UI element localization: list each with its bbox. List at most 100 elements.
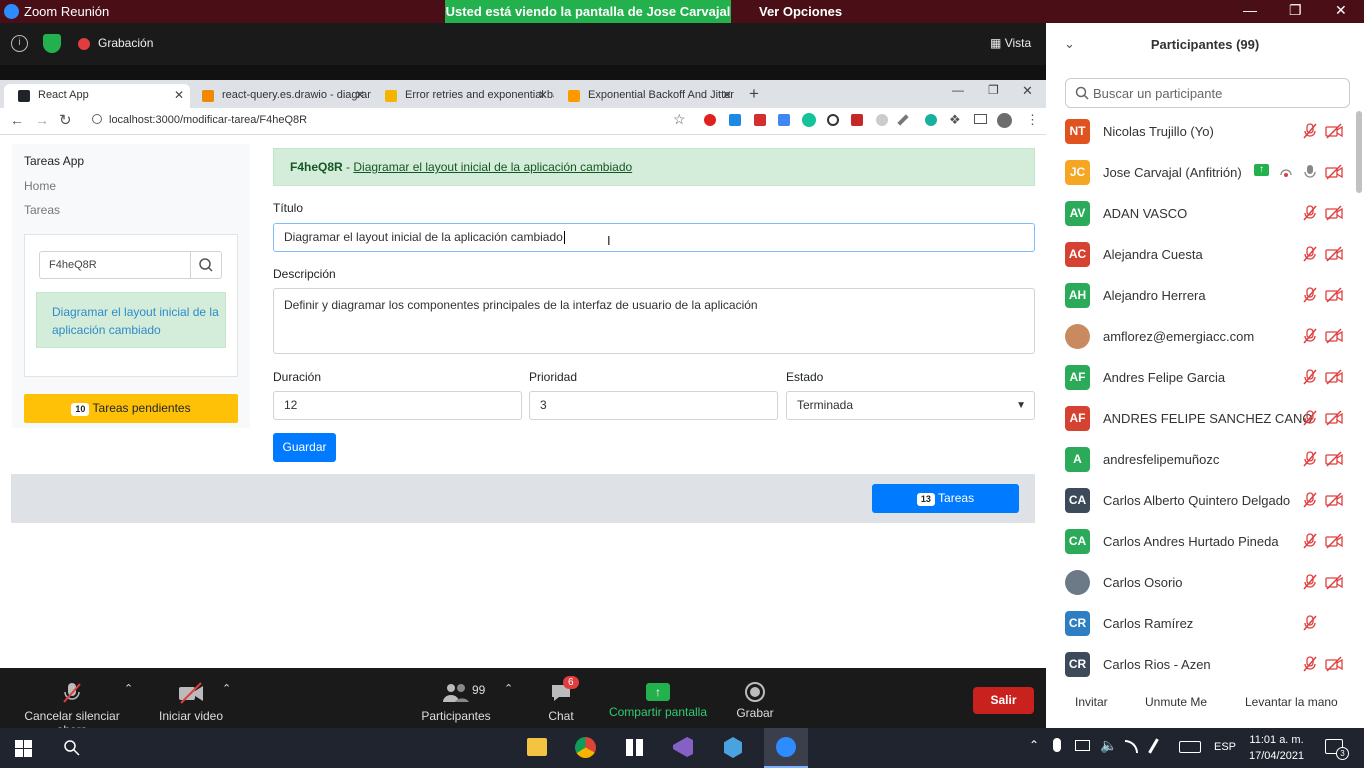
new-tab-icon[interactable]: + [749,84,759,104]
tray-mic-icon[interactable] [1053,738,1061,752]
participant-row[interactable]: AV ADAN VASCO [1046,193,1364,234]
tasks-button[interactable]: 13 Tareas [872,484,1019,513]
participant-row[interactable]: AC Alejandra Cuesta [1046,234,1364,275]
menu-kebab-icon[interactable]: ⋮ [1026,112,1039,128]
browser-restore-icon[interactable]: ❐ [988,83,999,97]
participant-row[interactable]: Carlos Osorio [1046,562,1364,603]
translate-icon[interactable] [778,114,790,126]
wifi-icon[interactable] [1125,740,1138,753]
reload-icon[interactable]: ↻ [59,111,72,129]
extension-icon[interactable] [851,114,863,126]
url-field[interactable]: localhost:3000/modificar-tarea/F4heQ8R [109,114,307,126]
app-brand[interactable]: Tareas App [24,154,84,168]
raise-hand-button[interactable]: Levantar la mano [1245,695,1338,709]
duration-input[interactable]: 12 [273,391,522,420]
participant-row[interactable]: CR Carlos Rios - Azen [1046,644,1364,685]
back-icon[interactable]: ← [10,112,24,128]
extension-icon[interactable] [876,114,888,126]
tab-close-icon[interactable]: ✕ [355,88,365,102]
pen-icon[interactable] [897,114,909,126]
forward-icon[interactable]: → [35,112,49,128]
extension-icon[interactable] [729,114,741,126]
tab-drawio[interactable]: react-query.es.drawio - diagram ✕ [188,84,371,108]
participant-search-input[interactable]: Buscar un participante [1065,78,1350,108]
tab-react-app[interactable]: React App ✕ [4,84,190,108]
tab-close-icon[interactable]: ✕ [538,88,548,102]
bookmark-star-icon[interactable]: ☆ [673,111,686,128]
visual-studio-icon[interactable] [673,737,693,757]
view-options-button[interactable]: Ver Opciones ⌄ [731,0,851,42]
search-button[interactable] [190,251,222,279]
save-button[interactable]: Guardar [273,433,336,462]
shield-icon[interactable] [43,34,61,53]
participant-row[interactable]: AF ANDRES FELIPE SANCHEZ CANO [1046,398,1364,439]
description-textarea[interactable]: Definir y diagramar los componentes prin… [273,288,1035,354]
browser-close-icon[interactable]: ✕ [1022,83,1033,99]
participant-row[interactable]: Aandresfelipemuñozc [1046,439,1364,480]
extension-icon[interactable] [704,114,716,126]
restore-icon[interactable]: ❐ [1289,2,1302,19]
windows-search-icon[interactable] [63,739,81,757]
participant-row[interactable]: AH Alejandro Herrera [1046,275,1364,316]
task-link[interactable]: Diagramar el layout inicial de la aplica… [353,160,632,174]
site-info-icon[interactable] [92,114,102,124]
tab-close-icon[interactable]: ✕ [722,88,732,102]
unmute-me-button[interactable]: Unmute Me [1145,695,1207,709]
grammarly-icon[interactable] [802,113,816,127]
extension-icon[interactable] [754,114,766,126]
pending-tasks-button[interactable]: 10 Tareas pendientes [24,394,238,423]
priority-input[interactable]: 3 [529,391,778,420]
nav-tareas[interactable]: Tareas [24,203,60,217]
participant-name: Alejandro Herrera [1103,288,1206,303]
tab-exponential-backoff[interactable]: Exponential Backoff And Jitter | A ✕ [554,84,738,108]
view-button[interactable]: ▦ Vista [990,36,1031,50]
nav-home[interactable]: Home [24,179,56,193]
chat-button[interactable]: 6 Chat [536,676,586,723]
extensions-puzzle-icon[interactable]: ❖ [949,112,961,128]
profile-avatar[interactable] [997,113,1012,128]
windows-start-icon[interactable] [15,740,32,757]
volume-icon[interactable]: 🔈 [1100,737,1117,754]
participant-row[interactable]: AF Andres Felipe Garcia [1046,357,1364,398]
task-search-input[interactable]: F4heQ8R [39,251,191,279]
tab-close-icon[interactable]: ✕ [174,88,184,102]
status-select[interactable]: Terminada ▼ [786,391,1035,420]
cast-icon[interactable] [974,114,987,124]
participant-row[interactable]: CA Carlos Alberto Quintero Delgado [1046,480,1364,521]
search-result-item[interactable]: Diagramar el layout inicial de la aplica… [36,292,226,348]
participant-row[interactable]: NT Nicolas Trujillo (Yo) [1046,111,1364,152]
minimize-icon[interactable]: — [1243,2,1257,18]
chevron-up-icon[interactable]: ⌃ [124,682,133,695]
participant-row[interactable]: CA Carlos Andres Hurtado Pineda [1046,521,1364,562]
close-icon[interactable]: ✕ [1335,2,1347,19]
clock[interactable]: 11:01 a. m. 17/04/2021 [1249,732,1304,764]
share-screen-button[interactable]: ↑ Compartir pantalla [604,681,712,719]
browser-minimize-icon[interactable]: — [952,83,964,97]
chrome-icon[interactable] [575,737,596,758]
tab-error-retries[interactable]: Error retries and exponential bac ✕ [371,84,554,108]
tray-device-icon[interactable] [1075,740,1090,751]
invite-button[interactable]: Invitar [1075,695,1108,709]
record-button[interactable]: Grabar [733,681,777,720]
participant-row[interactable]: JC Jose Carvajal (Anfitrión) ↑ [1046,152,1364,193]
input-language[interactable]: ESP [1214,741,1236,753]
file-explorer-icon[interactable] [527,738,547,756]
pen-tray-icon[interactable] [1148,738,1159,754]
keyboard-icon[interactable] [1179,741,1201,753]
tray-chevron-up-icon[interactable]: ⌃ [1029,738,1039,752]
chevron-up-icon[interactable]: ⌃ [504,682,513,695]
participant-row[interactable]: CR Carlos Ramírez [1046,603,1364,644]
participant-row[interactable]: amflorez@emergiacc.com [1046,316,1364,357]
block-icon[interactable] [827,114,839,126]
task-view-icon[interactable] [626,739,643,756]
participants-button[interactable]: 99 Participantes [418,681,494,723]
app-cube-icon[interactable] [724,737,742,758]
info-icon[interactable]: i [11,35,28,52]
leave-button[interactable]: Salir [973,687,1034,714]
title-input[interactable]: Diagramar el layout inicial de la aplica… [273,223,1035,252]
extension-icon[interactable] [925,114,937,126]
zoom-taskbar-button[interactable] [764,728,808,768]
chevron-up-icon[interactable]: ⌃ [222,682,231,695]
start-video-button[interactable]: Iniciar video [153,681,229,723]
recording-label[interactable]: Grabación [98,36,153,50]
